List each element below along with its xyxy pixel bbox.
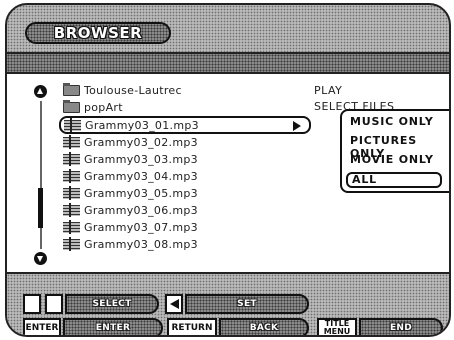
folder-icon	[63, 100, 80, 113]
select-hint: SELECT	[65, 294, 159, 314]
up-arrow-key	[23, 294, 41, 314]
end-hint-label: END	[389, 323, 413, 333]
list-item[interactable]: Grammy03_03.mp3	[63, 151, 313, 168]
list-item-label: Grammy03_05.mp3	[84, 187, 198, 200]
select-files-submenu: MUSIC ONLY PICTURES ONLY MOVIE ONLY ALL	[340, 109, 449, 193]
list-item[interactable]: Grammy03_06.mp3	[63, 202, 313, 219]
list-item-label: Grammy03_01.mp3	[85, 118, 199, 132]
enter-key-label: ENTER	[25, 323, 59, 333]
list-item-label: Grammy03_03.mp3	[84, 153, 198, 166]
window-title: BROWSER	[53, 24, 143, 42]
scroll-down-icon[interactable]	[34, 252, 47, 265]
title-menu-key: TITLE MENU	[317, 318, 357, 336]
list-item-label: popArt	[84, 101, 123, 114]
list-item-label: Grammy03_06.mp3	[84, 204, 198, 217]
browser-panel: Toulouse-Lautrec popArt Grammy03_01.mp3 …	[7, 74, 449, 272]
guide-row-2: ENTER ENTER RETURN BACK TITLE MENU END	[7, 316, 449, 336]
down-arrow-key	[45, 294, 63, 314]
back-hint: BACK	[219, 318, 309, 335]
left-arrow-icon	[169, 299, 179, 309]
file-list: Toulouse-Lautrec popArt Grammy03_01.mp3 …	[59, 82, 313, 253]
list-item-selected[interactable]: Grammy03_01.mp3	[59, 116, 311, 134]
list-item-label: Grammy03_08.mp3	[84, 238, 198, 251]
play-icon	[293, 121, 301, 131]
music-file-icon	[63, 186, 80, 200]
list-item-label: Grammy03_02.mp3	[84, 136, 198, 149]
music-file-icon	[63, 169, 80, 183]
option-music-only[interactable]: MUSIC ONLY	[350, 115, 434, 128]
end-hint: END	[359, 318, 443, 335]
list-item-label: Toulouse-Lautrec	[84, 84, 182, 97]
option-all[interactable]: ALL	[346, 172, 442, 188]
down-arrow-icon	[49, 299, 59, 309]
guide-row-1: SELECT SET	[7, 292, 449, 316]
scrollbar-thumb[interactable]	[38, 188, 43, 228]
option-movie-only[interactable]: MOVIE ONLY	[350, 153, 434, 166]
return-key-label: RETURN	[171, 323, 213, 333]
enter-key: ENTER	[23, 318, 61, 335]
control-guide: SELECT SET ENTER ENTER RETURN BACK TITLE…	[7, 272, 449, 336]
music-file-icon	[63, 152, 80, 166]
music-file-icon	[64, 117, 81, 132]
up-arrow-icon	[27, 299, 37, 309]
music-file-icon	[63, 237, 80, 251]
list-item[interactable]: Grammy03_08.mp3	[63, 236, 313, 253]
music-file-icon	[63, 203, 80, 217]
folder-icon	[63, 83, 80, 96]
enter-hint-label: ENTER	[95, 323, 131, 333]
return-key: RETURN	[167, 318, 217, 335]
list-item[interactable]: Grammy03_02.mp3	[63, 134, 313, 151]
left-arrow-key	[165, 294, 183, 314]
music-file-icon	[63, 220, 80, 234]
set-hint-label: SET	[237, 299, 257, 309]
list-item-label: Grammy03_04.mp3	[84, 170, 198, 183]
list-item[interactable]: Grammy03_05.mp3	[63, 185, 313, 202]
list-item-label: Grammy03_07.mp3	[84, 221, 198, 234]
title-bar: BROWSER	[25, 22, 171, 44]
list-item[interactable]: Toulouse-Lautrec	[63, 82, 313, 99]
list-item[interactable]: Grammy03_07.mp3	[63, 219, 313, 236]
header-bar	[7, 52, 449, 74]
enter-hint: ENTER	[63, 318, 163, 335]
select-hint-label: SELECT	[92, 299, 132, 309]
browser-screen: BROWSER Toulouse-Lautrec popArt Grammy03…	[5, 3, 451, 337]
scroll-up-icon[interactable]	[34, 85, 47, 98]
menu-item-play[interactable]: PLAY	[314, 84, 342, 97]
list-item[interactable]: Grammy03_04.mp3	[63, 168, 313, 185]
title-menu-key-line2: MENU	[323, 327, 351, 336]
back-hint-label: BACK	[249, 323, 279, 333]
set-hint: SET	[185, 294, 309, 314]
music-file-icon	[63, 135, 80, 149]
list-item[interactable]: popArt	[63, 99, 313, 116]
